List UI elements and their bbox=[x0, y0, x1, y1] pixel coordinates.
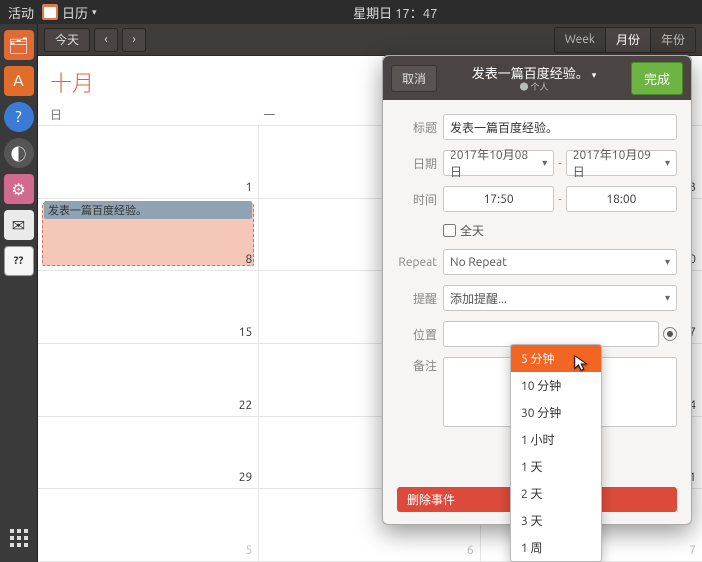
label-repeat: Repeat bbox=[397, 256, 437, 269]
date-from-dropdown[interactable]: 2017年10月08日 bbox=[443, 150, 554, 176]
calendar-icon bbox=[42, 4, 58, 20]
title-input[interactable] bbox=[443, 114, 677, 140]
mail-icon[interactable]: ✉ bbox=[4, 210, 34, 240]
launcher: 🗂 A ? ◐ ⚙ ✉ ?? bbox=[0, 24, 38, 562]
files-icon[interactable]: 🗂 bbox=[4, 30, 34, 60]
calendar-cell[interactable]: 发表一篇百度经验。8 bbox=[38, 199, 259, 272]
next-button[interactable]: › bbox=[122, 28, 146, 52]
label-time: 时间 bbox=[397, 191, 437, 208]
app-menu[interactable]: 日历 ▾ bbox=[42, 3, 97, 22]
reminder-option[interactable]: 30 分钟 bbox=[511, 399, 601, 426]
label-reminder: 提醒 bbox=[397, 290, 437, 307]
apps-grid-icon[interactable] bbox=[7, 526, 31, 550]
allday-label: 全天 bbox=[460, 222, 484, 239]
allday-checkbox[interactable] bbox=[443, 224, 456, 237]
reminder-option[interactable]: 1 小时 bbox=[511, 426, 601, 453]
time-from-input[interactable] bbox=[443, 186, 554, 212]
calendar-cell[interactable]: 15 bbox=[38, 271, 259, 344]
reminder-option[interactable]: 3 天 bbox=[511, 507, 601, 534]
calendar-cell[interactable]: 5 bbox=[38, 489, 259, 562]
calendar-cell[interactable]: 22 bbox=[38, 344, 259, 417]
reminder-option[interactable]: 5 分钟 bbox=[511, 345, 601, 372]
dash: - bbox=[558, 193, 561, 206]
settings-icon[interactable]: ⚙ bbox=[4, 174, 34, 204]
reminder-dropdown[interactable]: 添加提醒... bbox=[443, 285, 677, 311]
dash: - bbox=[558, 157, 561, 170]
software-icon[interactable]: A bbox=[4, 66, 34, 96]
activities-button[interactable]: 活动 bbox=[8, 3, 34, 22]
reminder-option[interactable]: 1 天 bbox=[511, 453, 601, 480]
label-location: 位置 bbox=[397, 326, 437, 343]
today-button[interactable]: 今天 bbox=[44, 28, 90, 52]
prev-button[interactable]: ‹ bbox=[94, 28, 118, 52]
app-name: 日历 bbox=[62, 3, 88, 22]
view-week[interactable]: Week bbox=[555, 28, 605, 52]
event-edit-panel: 取消 发表一篇百度经验。 ▾ ● 个人 完成 标题 日期 2017年10月08日… bbox=[382, 55, 692, 525]
calendar-app-icon[interactable]: ?? bbox=[4, 246, 34, 276]
edit-header: 取消 发表一篇百度经验。 ▾ ● 个人 完成 bbox=[383, 56, 691, 100]
calendar-cell[interactable]: 29 bbox=[38, 417, 259, 490]
edit-title: 发表一篇百度经验。 ▾ ● 个人 bbox=[445, 63, 623, 93]
cancel-button[interactable]: 取消 bbox=[391, 65, 437, 92]
label-date: 日期 bbox=[397, 155, 437, 172]
view-year[interactable]: 年份 bbox=[650, 28, 695, 52]
date-to-dropdown[interactable]: 2017年10月09日 bbox=[566, 150, 677, 176]
label-title: 标题 bbox=[397, 119, 437, 136]
event-chip[interactable]: 发表一篇百度经验。 bbox=[44, 201, 252, 219]
label-notes: 备注 bbox=[397, 357, 437, 374]
reminder-option[interactable]: 1 周 bbox=[511, 534, 601, 561]
reminder-option[interactable]: 10 分钟 bbox=[511, 372, 601, 399]
chrome-icon[interactable]: ◐ bbox=[4, 138, 34, 168]
time-to-input[interactable] bbox=[566, 186, 677, 212]
reminder-menu: 5 分钟10 分钟30 分钟1 小时1 天2 天3 天1 周 bbox=[510, 344, 602, 562]
help-icon[interactable]: ? bbox=[4, 102, 34, 132]
window-toolbar: 今天 ‹ › Week 月份 年份 bbox=[38, 24, 702, 56]
clock[interactable]: 星期日 17：47 bbox=[97, 3, 694, 22]
top-bar: 活动 日历 ▾ 星期日 17：47 bbox=[0, 0, 702, 24]
dow-sun: 日 bbox=[50, 104, 263, 125]
calendar-cell[interactable]: 1 bbox=[38, 126, 259, 199]
repeat-dropdown[interactable]: No Repeat bbox=[443, 249, 677, 275]
location-radio[interactable] bbox=[663, 327, 677, 341]
done-button[interactable]: 完成 bbox=[631, 62, 683, 95]
view-switcher: Week 月份 年份 bbox=[554, 27, 696, 53]
reminder-option[interactable]: 2 天 bbox=[511, 480, 601, 507]
view-month[interactable]: 月份 bbox=[605, 28, 650, 52]
